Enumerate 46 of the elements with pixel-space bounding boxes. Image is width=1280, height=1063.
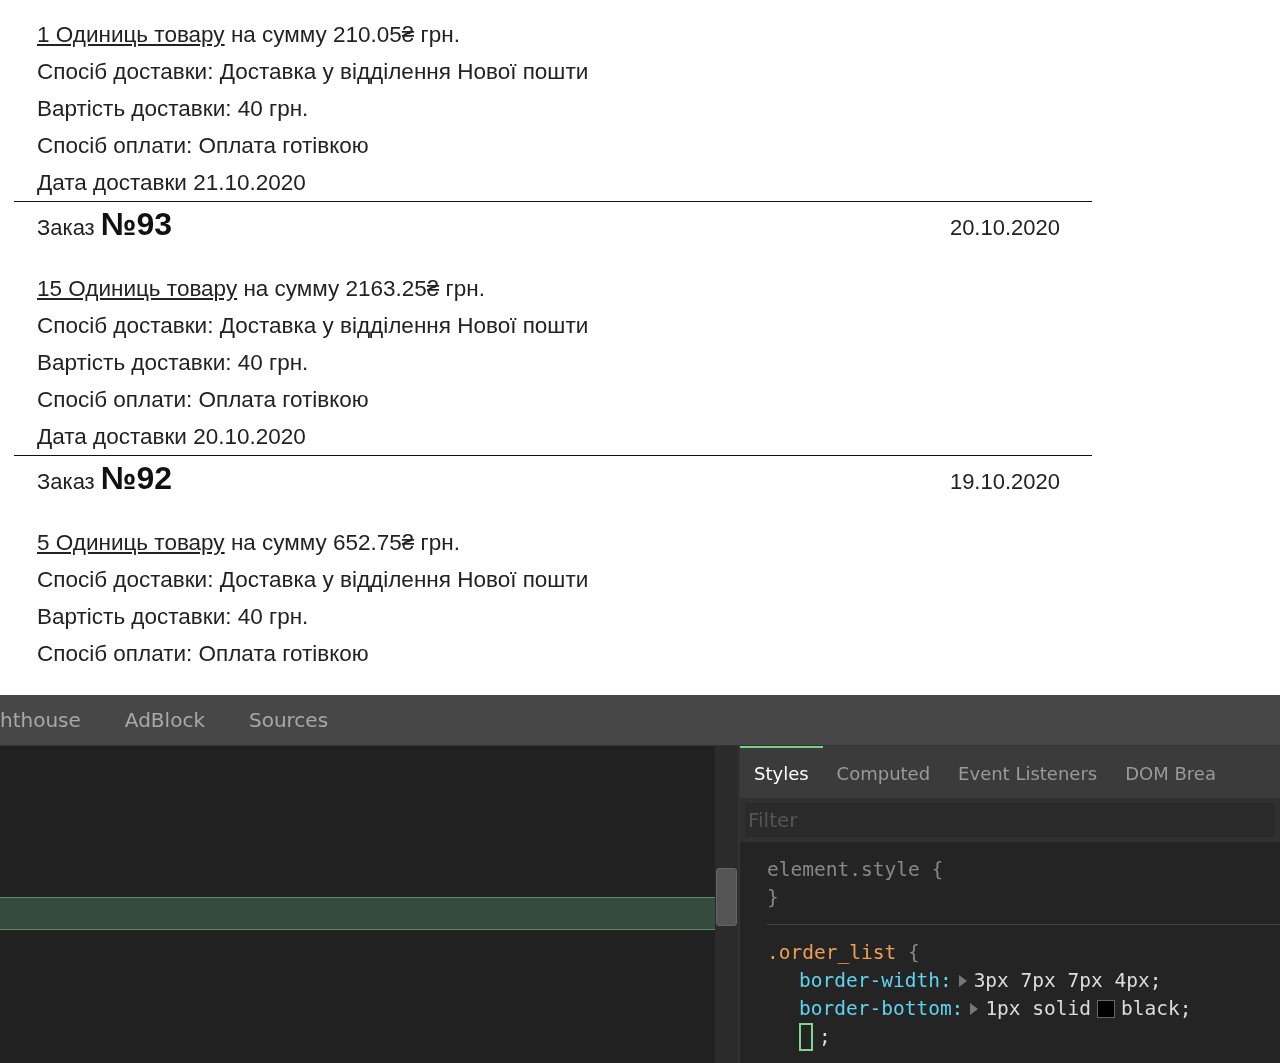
css-value: 1px solid (985, 996, 1092, 1022)
order-summary: 5 Одиниць товару на сумму 652.75₴ грн. (36, 529, 461, 557)
order-detail: Спосіб оплати: Оплата готівкою (36, 640, 370, 668)
items-link[interactable]: 5 Одиниць товару (37, 530, 225, 555)
sidebar-tab[interactable]: DOM Brea (1111, 746, 1230, 800)
order-date: 20.10.2020 (949, 215, 1060, 241)
order-summary: 15 Одиниць товару на сумму 2163.25₴ грн. (36, 275, 486, 303)
expand-triangle-icon[interactable] (957, 975, 968, 987)
order-label: Заказ (37, 215, 95, 241)
order-detail: Вартість доставки: 40 грн. (36, 603, 310, 631)
order-detail: Спосіб оплати: Оплата готівкою (36, 132, 370, 160)
order-label: Заказ (37, 469, 95, 495)
devtools-tab[interactable]: AdBlock (102, 708, 227, 732)
order-detail: Вартість доставки: 40 грн. (36, 95, 310, 123)
order-detail: Вартість доставки: 40 грн. (36, 349, 310, 377)
css-selector: element.style (767, 858, 920, 881)
open-brace: { (907, 941, 920, 964)
order-detail: Спосіб оплати: Оплата готівкою (36, 386, 370, 414)
property-edit-field[interactable] (799, 1023, 813, 1051)
order-date: 19.10.2020 (949, 469, 1060, 495)
close-brace: } (767, 886, 779, 909)
css-property: border-bottom: (799, 996, 964, 1022)
order-detail: Спосіб доставки: Доставка у відділення Нової пошти (36, 566, 590, 594)
order-number: №93 (100, 206, 172, 243)
css-selector: .order_list (767, 941, 897, 964)
css-value: black; (1121, 996, 1192, 1022)
css-property: border-width: (799, 968, 952, 994)
selected-element-row[interactable] (0, 897, 715, 930)
scrollbar-thumb[interactable] (716, 868, 737, 926)
order-detail: Дата доставки 20.10.2020 (36, 423, 307, 451)
sidebar-tab[interactable]: Event Listeners (944, 746, 1112, 800)
order-summary: 1 Одиниць товару на сумму 210.05₴ грн. (36, 21, 461, 49)
expand-triangle-icon[interactable] (969, 1003, 980, 1015)
css-text: ; (819, 1024, 831, 1050)
devtools-tab[interactable]: Sources (226, 708, 351, 732)
items-link[interactable]: 15 Одиниць товару (37, 276, 238, 301)
color-swatch[interactable] (1097, 1000, 1116, 1018)
css-value: 3px 7px 7px 4px; (973, 968, 1162, 994)
order-detail: Дата доставки 21.10.2020 (36, 169, 307, 197)
open-brace: { (931, 858, 944, 881)
items-link[interactable]: 1 Одиниць товару (37, 22, 225, 47)
order-detail: Спосіб доставки: Доставка у відділення Нової пошти (36, 58, 590, 86)
sidebar-tab[interactable]: Computed (822, 746, 945, 800)
order-detail: Спосіб доставки: Доставка у відділення Нової пошти (36, 312, 590, 340)
devtools-tab[interactable]: hthouse (0, 708, 103, 732)
order-number: №92 (100, 460, 172, 497)
